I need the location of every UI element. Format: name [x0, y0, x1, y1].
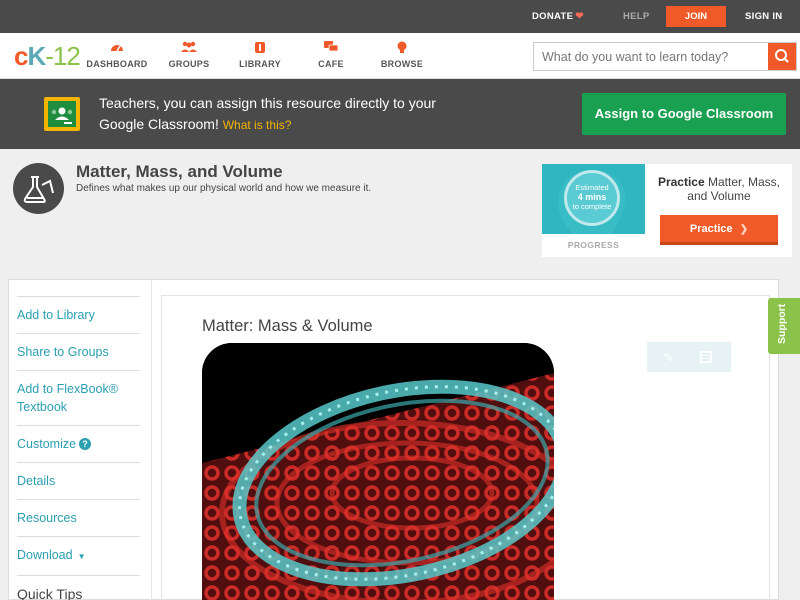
caret-down-icon: ▼: [77, 552, 86, 561]
download-link[interactable]: Download ▼: [17, 536, 140, 575]
concept-title: Matter, Mass, and Volume: [76, 162, 283, 181]
donate-link[interactable]: DONATE ❤: [532, 11, 584, 22]
nav-library-label: LIBRARY: [239, 59, 281, 69]
nav-dashboard[interactable]: DASHBOARD: [82, 41, 152, 69]
notes-icon[interactable]: [699, 350, 713, 367]
assign-google-classroom-button[interactable]: Assign to Google Classroom: [582, 93, 786, 135]
practice-title: Practice Matter, Mass, and Volume: [652, 175, 786, 203]
logo-k: K: [27, 41, 46, 71]
help-link[interactable]: HELP: [623, 11, 650, 22]
main-nav: cK-12 DASHBOARD GROUPS LIBRARY CAFE BROW…: [0, 33, 800, 79]
support-tab[interactable]: Support: [768, 298, 800, 354]
join-button[interactable]: JOIN: [666, 6, 726, 27]
nav-browse-label: BROWSE: [380, 59, 424, 69]
support-label: Support: [776, 303, 788, 344]
what-is-this-link[interactable]: What is this?: [223, 118, 292, 132]
nav-cafe[interactable]: CAFE: [296, 41, 366, 69]
heart-icon: ❤: [575, 11, 584, 22]
estimated-time-badge: Estimated 4 mins to complete: [564, 170, 620, 226]
main-panel: Add to Library Share to Groups Add to Fl…: [8, 279, 779, 600]
dashboard-icon: [82, 41, 152, 55]
customize-link[interactable]: Customize?: [17, 425, 140, 462]
add-to-library-link[interactable]: Add to Library: [17, 296, 140, 333]
content-title: Matter: Mass & Volume: [202, 317, 373, 335]
logo-c: c: [14, 41, 29, 71]
concept-description: Defines what makes up our physical world…: [76, 183, 372, 194]
nav-browse[interactable]: BROWSE: [367, 41, 437, 69]
sidebar-divider: [151, 280, 152, 600]
nav-dashboard-label: DASHBOARD: [86, 59, 148, 69]
library-icon: [225, 41, 295, 55]
customize-label: Customize: [17, 437, 77, 451]
nav-cafe-label: CAFE: [318, 59, 344, 69]
details-link[interactable]: Details: [17, 462, 140, 499]
nav-groups[interactable]: GROUPS: [154, 41, 224, 69]
groups-icon: [154, 41, 224, 55]
to-complete-label: to complete: [572, 202, 612, 211]
nav-library[interactable]: LIBRARY: [225, 41, 295, 69]
practice-title-bold: Practice: [657, 175, 705, 189]
nav-groups-label: GROUPS: [168, 59, 210, 69]
matter-concept-icon: [13, 163, 64, 214]
practice-button[interactable]: Practice ❯: [660, 215, 778, 245]
estimated-mins: 4 mins: [577, 192, 607, 202]
browse-icon: [367, 41, 437, 55]
hero-image: [202, 343, 554, 600]
practice-card: Estimated 4 mins to complete PROGRESS Pr…: [542, 164, 792, 257]
practice-button-label: Practice: [689, 223, 733, 235]
chevron-right-icon: ❯: [739, 224, 749, 235]
pencil-icon[interactable]: ✎: [663, 350, 674, 366]
google-classroom-icon: [44, 97, 80, 131]
search-icon: [775, 49, 789, 63]
resources-link[interactable]: Resources: [17, 499, 140, 536]
search-button[interactable]: [768, 43, 796, 70]
estimated-label: Estimated: [575, 183, 609, 192]
download-label: Download: [17, 548, 73, 562]
search-box: [533, 42, 797, 71]
progress-label: PROGRESS: [567, 240, 620, 250]
action-sidebar: Add to Library Share to Groups Add to Fl…: [17, 296, 140, 600]
practice-progress-image: Estimated 4 mins to complete: [542, 164, 645, 234]
sign-in-link[interactable]: SIGN IN: [745, 11, 782, 22]
banner-text: Teachers, you can assign this resource d…: [99, 93, 459, 136]
logo-12: -12: [45, 41, 81, 71]
share-to-groups-link[interactable]: Share to Groups: [17, 333, 140, 370]
help-icon[interactable]: ?: [79, 438, 92, 450]
quick-tips-heading: Quick Tips: [17, 575, 140, 600]
search-input[interactable]: [534, 43, 768, 70]
cafe-icon: [296, 41, 366, 55]
top-bar: DONATE ❤ HELP JOIN SIGN IN: [0, 0, 800, 33]
donate-label: DONATE: [532, 11, 574, 22]
content-toolbar: ✎: [647, 342, 731, 372]
ck12-logo[interactable]: cK-12: [14, 41, 81, 72]
content-area: Matter: Mass & Volume ✎: [161, 295, 770, 600]
add-to-flexbook-link[interactable]: Add to FlexBook® Textbook: [17, 370, 140, 425]
